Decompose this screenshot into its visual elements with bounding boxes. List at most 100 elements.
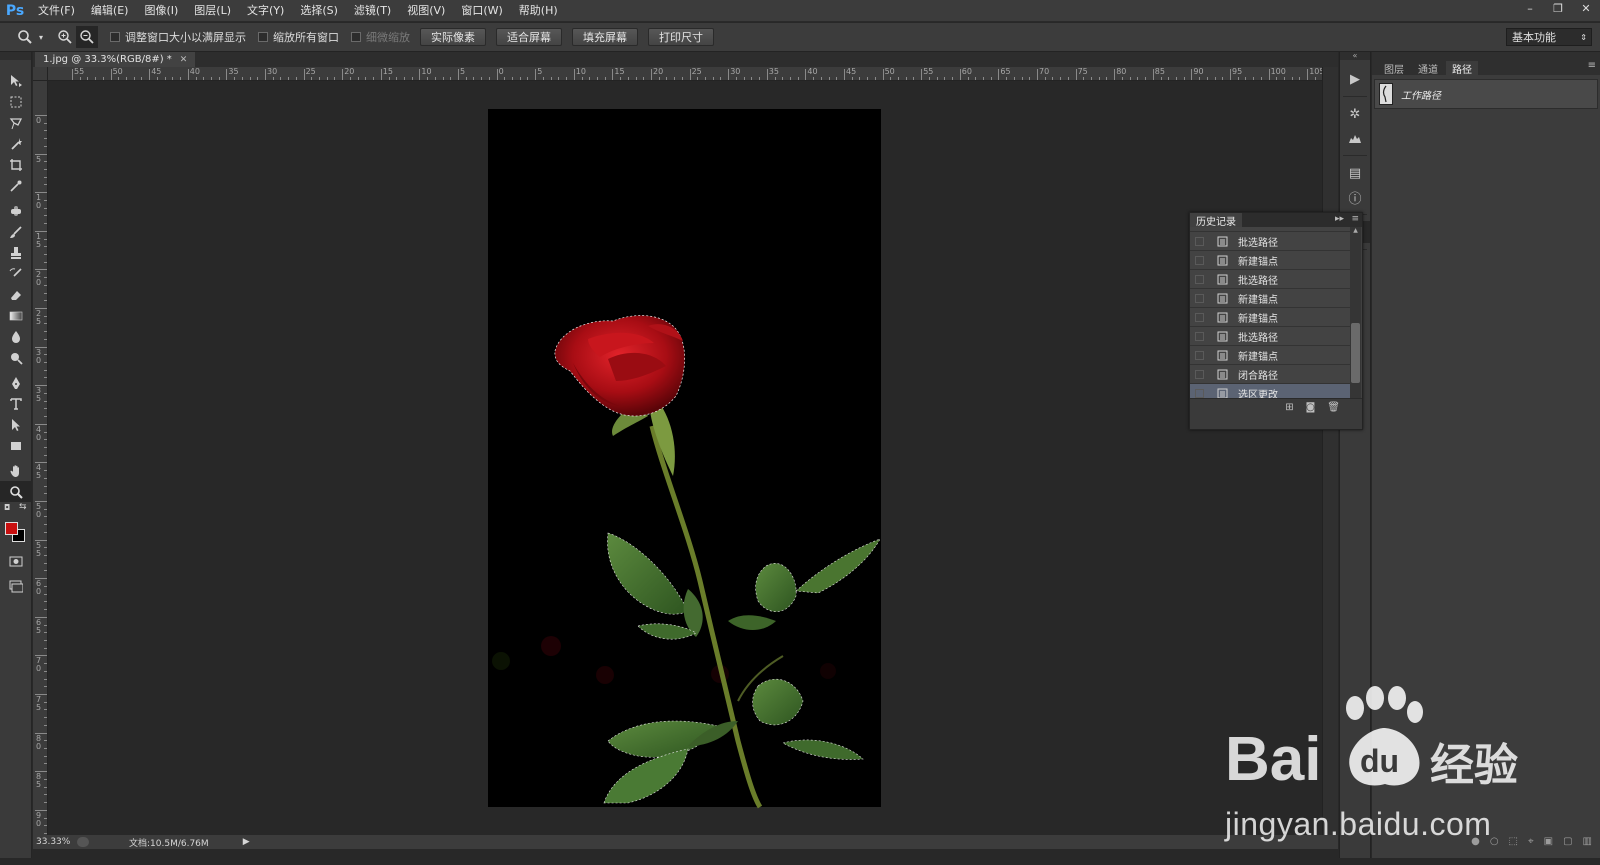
make-path-icon[interactable]: ⌖: [1528, 836, 1534, 850]
new-document-from-state-icon[interactable]: ⊞: [1285, 402, 1293, 413]
dock-collapse-icon[interactable]: «: [1340, 52, 1370, 60]
brush-tool-icon[interactable]: [0, 221, 32, 242]
stroke-path-icon[interactable]: ○: [1490, 836, 1499, 850]
swap-colors-icon[interactable]: ⇆: [19, 502, 27, 512]
actions-play-icon[interactable]: ▶: [1340, 68, 1370, 90]
collapse-panel-icon[interactable]: ▸▸: [1335, 214, 1344, 224]
menu-type[interactable]: 文字(Y): [239, 0, 292, 22]
history-item[interactable]: 新建锚点: [1190, 289, 1350, 308]
history-snapshot-checkbox[interactable]: [1195, 274, 1204, 284]
hand-tool-icon[interactable]: [0, 460, 32, 481]
add-mask-icon[interactable]: ▣: [1544, 836, 1553, 850]
history-snapshot-checkbox[interactable]: [1195, 350, 1204, 360]
quick-mask-icon[interactable]: [0, 550, 32, 571]
pen-tool-icon[interactable]: [0, 372, 32, 393]
tab-layers[interactable]: 图层: [1378, 61, 1410, 76]
history-item[interactable]: 新建锚点: [1190, 308, 1350, 327]
menu-window[interactable]: 窗口(W): [453, 0, 510, 22]
scroll-up-icon[interactable]: ▲: [1350, 227, 1361, 234]
zoom-in-icon[interactable]: [54, 26, 76, 48]
preset-dropdown-icon[interactable]: ▾: [36, 26, 46, 48]
adjustments-icon[interactable]: ✲: [1340, 103, 1370, 125]
panel-menu-icon[interactable]: ≡: [1351, 214, 1359, 224]
marquee-tool-icon[interactable]: [0, 91, 32, 112]
healing-brush-tool-icon[interactable]: [0, 200, 32, 221]
menu-file[interactable]: 文件(F): [30, 0, 83, 22]
history-item[interactable]: 批选路径: [1190, 270, 1350, 289]
info-icon[interactable]: ⓘ: [1340, 186, 1370, 208]
history-item[interactable]: 批选路径: [1190, 232, 1350, 251]
zoom-tool-preset-icon[interactable]: [14, 26, 36, 48]
fill-path-icon[interactable]: ●: [1471, 836, 1480, 850]
tab-paths[interactable]: 路径: [1446, 61, 1478, 76]
checkbox-box[interactable]: [258, 32, 268, 42]
delete-path-icon[interactable]: ▥: [1583, 836, 1592, 850]
history-tab[interactable]: 历史记录: [1190, 213, 1242, 228]
close-icon[interactable]: ✕: [180, 55, 188, 65]
canvas-area[interactable]: [48, 81, 1322, 835]
fill-screen-button[interactable]: 填充屏幕: [572, 28, 638, 46]
history-scrollbar[interactable]: ▲ ▼: [1350, 227, 1361, 407]
history-snapshot-checkbox[interactable]: [1195, 312, 1204, 322]
history-snapshot-checkbox[interactable]: [1195, 255, 1204, 265]
path-selection-tool-icon[interactable]: [0, 414, 32, 435]
lasso-tool-icon[interactable]: [0, 112, 32, 133]
blur-tool-icon[interactable]: [0, 326, 32, 347]
menu-select[interactable]: 选择(S): [292, 0, 346, 22]
tab-channels[interactable]: 通道: [1412, 61, 1444, 76]
history-item[interactable]: 批选路径: [1190, 327, 1350, 346]
checkbox-box[interactable]: [110, 32, 120, 42]
resize-windows-checkbox[interactable]: 调整窗口大小以满屏显示: [110, 29, 246, 45]
history-title-bar[interactable]: 历史记录 ▸▸ ≡: [1190, 213, 1362, 228]
status-menu-arrow-icon[interactable]: ▶: [243, 837, 250, 847]
history-snapshot-checkbox[interactable]: [1195, 369, 1204, 379]
panel-menu-icon[interactable]: ≡: [1588, 60, 1596, 71]
fit-screen-button[interactable]: 适合屏幕: [496, 28, 562, 46]
history-snapshot-checkbox[interactable]: [1195, 293, 1204, 303]
move-tool-icon[interactable]: [0, 70, 32, 91]
menu-help[interactable]: 帮助(H): [511, 0, 566, 22]
menu-image[interactable]: 图像(I): [136, 0, 186, 22]
snapshot-icon[interactable]: ◙: [1306, 402, 1316, 413]
restore-button[interactable]: ❐: [1544, 0, 1572, 16]
history-brush-tool-icon[interactable]: [0, 263, 32, 284]
new-path-icon[interactable]: ▢: [1563, 836, 1572, 850]
magic-wand-tool-icon[interactable]: [0, 133, 32, 154]
menu-filter[interactable]: 滤镜(T): [346, 0, 399, 22]
panel-resize-handle[interactable]: [1190, 415, 1362, 429]
ruler-origin[interactable]: [33, 67, 48, 81]
eraser-tool-icon[interactable]: [0, 284, 32, 305]
actual-pixels-button[interactable]: 实际像素: [420, 28, 486, 46]
gradient-tool-icon[interactable]: [0, 305, 32, 326]
horizontal-ruler[interactable]: 55 50 45 40 35 30 25 20 15 10 5 0 5 10 15 20 25 30 35 40 45 5…: [48, 67, 1322, 81]
crop-tool-icon[interactable]: [0, 154, 32, 175]
scroll-thumb[interactable]: [1351, 323, 1360, 383]
screen-mode-icon[interactable]: [0, 575, 32, 596]
history-snapshot-checkbox[interactable]: [1195, 236, 1204, 246]
menu-edit[interactable]: 编辑(E): [83, 0, 137, 22]
foreground-color-swatch[interactable]: [5, 522, 18, 535]
default-colors-icon[interactable]: ◘: [4, 503, 10, 512]
menu-layer[interactable]: 图层(L): [186, 0, 239, 22]
history-snapshot-checkbox[interactable]: [1195, 331, 1204, 341]
history-item[interactable]: 新建锚点: [1190, 251, 1350, 270]
menu-view[interactable]: 视图(V): [399, 0, 453, 22]
history-item[interactable]: 新建锚点: [1190, 346, 1350, 365]
rectangle-tool-icon[interactable]: [0, 435, 32, 456]
document-tab[interactable]: 1.jpg @ 33.3%(RGB/8#) * ✕: [35, 52, 196, 67]
layer-comps-icon[interactable]: ▤: [1340, 162, 1370, 184]
canvas-vertical-scrollbar[interactable]: [1322, 67, 1338, 835]
workspace-dropdown[interactable]: 基本功能 ⇕: [1506, 28, 1592, 46]
zoom-tool-icon[interactable]: [0, 481, 32, 502]
print-size-button[interactable]: 打印尺寸: [648, 28, 714, 46]
path-row[interactable]: 工作路径: [1374, 79, 1598, 109]
zoom-all-windows-checkbox[interactable]: 缩放所有窗口: [258, 29, 339, 45]
type-tool-icon[interactable]: [0, 393, 32, 414]
minimize-button[interactable]: –: [1516, 0, 1544, 16]
status-info-icon[interactable]: [77, 837, 89, 847]
clone-stamp-tool-icon[interactable]: [0, 242, 32, 263]
history-snapshot-checkbox[interactable]: [1195, 388, 1204, 398]
delete-state-icon[interactable]: 🗑: [1327, 402, 1340, 413]
load-selection-icon[interactable]: ⬚: [1509, 836, 1518, 850]
zoom-level-field[interactable]: 33.33%: [33, 837, 73, 847]
